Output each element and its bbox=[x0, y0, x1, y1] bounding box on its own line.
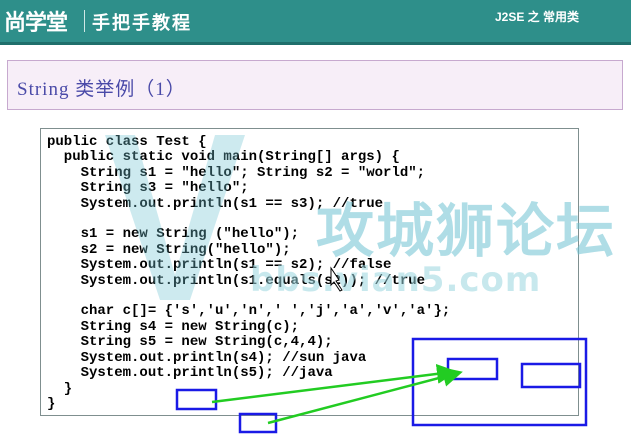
header-tagline: 手把手教程 bbox=[92, 13, 192, 34]
reference-box-2 bbox=[238, 412, 278, 434]
brand-logo: 尚学堂 bbox=[4, 11, 68, 36]
code-line: String s1 = "hello"; String s2 = "world"… bbox=[47, 164, 426, 181]
code-line: System.out.println(s1 == s3); //true bbox=[47, 195, 384, 212]
header-divider bbox=[84, 10, 85, 32]
slide-title-band: String 类举例（1） bbox=[7, 60, 623, 110]
code-line: s2 = new String("hello"); bbox=[47, 241, 291, 258]
code-line: System.out.println(s1.equals(s2)); //tru… bbox=[47, 272, 426, 289]
code-line: String s3 = "hello"; bbox=[47, 180, 249, 197]
code-block: public class Test { public static void m… bbox=[47, 134, 451, 412]
header-bar: 尚学堂 手把手教程 J2SE 之 常用类 bbox=[0, 0, 631, 45]
code-line: } bbox=[47, 380, 73, 397]
code-line: String s5 = new String(c,4,4); bbox=[47, 334, 333, 351]
code-panel: public class Test { public static void m… bbox=[40, 128, 579, 416]
code-line: public class Test { bbox=[47, 134, 207, 150]
course-label: J2SE 之 常用类 bbox=[494, 10, 579, 24]
code-line: public static void main(String[] args) { bbox=[47, 149, 400, 166]
code-line: System.out.println(s5); //java bbox=[47, 365, 333, 382]
code-line: s1 = new String ("hello"); bbox=[47, 226, 300, 243]
slide-title: String 类举例（1） bbox=[17, 79, 186, 100]
code-line: String s4 = new String(c); bbox=[47, 318, 300, 335]
code-line: System.out.println(s4); //sun java bbox=[47, 349, 367, 366]
code-line: System.out.println(s1 == s2); //false bbox=[47, 257, 392, 274]
code-line: char c[]= {'s','u','n',' ','j','a','v','… bbox=[47, 303, 451, 320]
code-line: } bbox=[47, 395, 56, 412]
